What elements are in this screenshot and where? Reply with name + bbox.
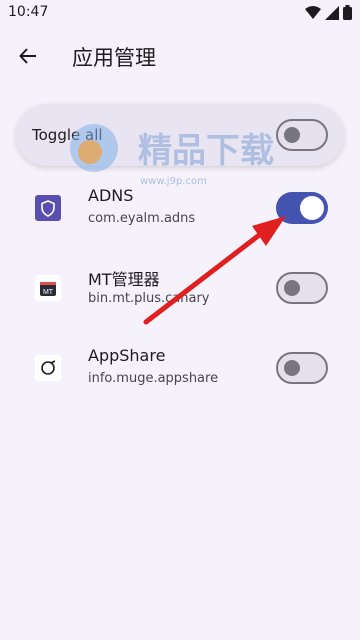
status-icons [305, 5, 352, 20]
app-row-appshare: AppShare info.muge.appshare [0, 332, 360, 404]
arrow-back-icon [19, 48, 36, 64]
wifi-icon [305, 5, 321, 19]
back-button[interactable] [12, 40, 44, 72]
appshare-switch[interactable] [276, 352, 328, 384]
switch-knob [300, 196, 324, 220]
switch-knob [284, 360, 300, 376]
app-row-adns: ADNS com.eyalm.adns [0, 172, 360, 244]
switch-knob [284, 127, 300, 143]
app-bar: 应用管理 [0, 26, 360, 86]
app-name: ADNS [88, 186, 134, 205]
status-bar: 10:47 [0, 0, 360, 26]
svg-text:MT: MT [43, 289, 54, 296]
toggle-all-label: Toggle all [32, 126, 103, 144]
app-package: info.muge.appshare [88, 371, 219, 386]
app-row-mt: MT MT管理器 bin.mt.plus.canary [0, 252, 360, 324]
app-package: com.eyalm.adns [88, 211, 196, 226]
toggle-all-switch[interactable] [276, 119, 328, 151]
battery-icon [343, 5, 352, 20]
signal-icon [325, 5, 339, 20]
app-name: MT管理器 [88, 270, 160, 289]
app-name: AppShare [88, 346, 166, 365]
toggle-all-card: Toggle all [16, 104, 344, 166]
mt-icon: MT [34, 274, 62, 302]
adns-switch[interactable] [276, 192, 328, 224]
switch-knob [284, 280, 300, 296]
shield-icon [34, 194, 62, 222]
appshare-icon [34, 354, 62, 382]
page-title: 应用管理 [72, 46, 156, 70]
status-time: 10:47 [8, 4, 49, 20]
app-package: bin.mt.plus.canary [88, 291, 210, 306]
mt-switch[interactable] [276, 272, 328, 304]
